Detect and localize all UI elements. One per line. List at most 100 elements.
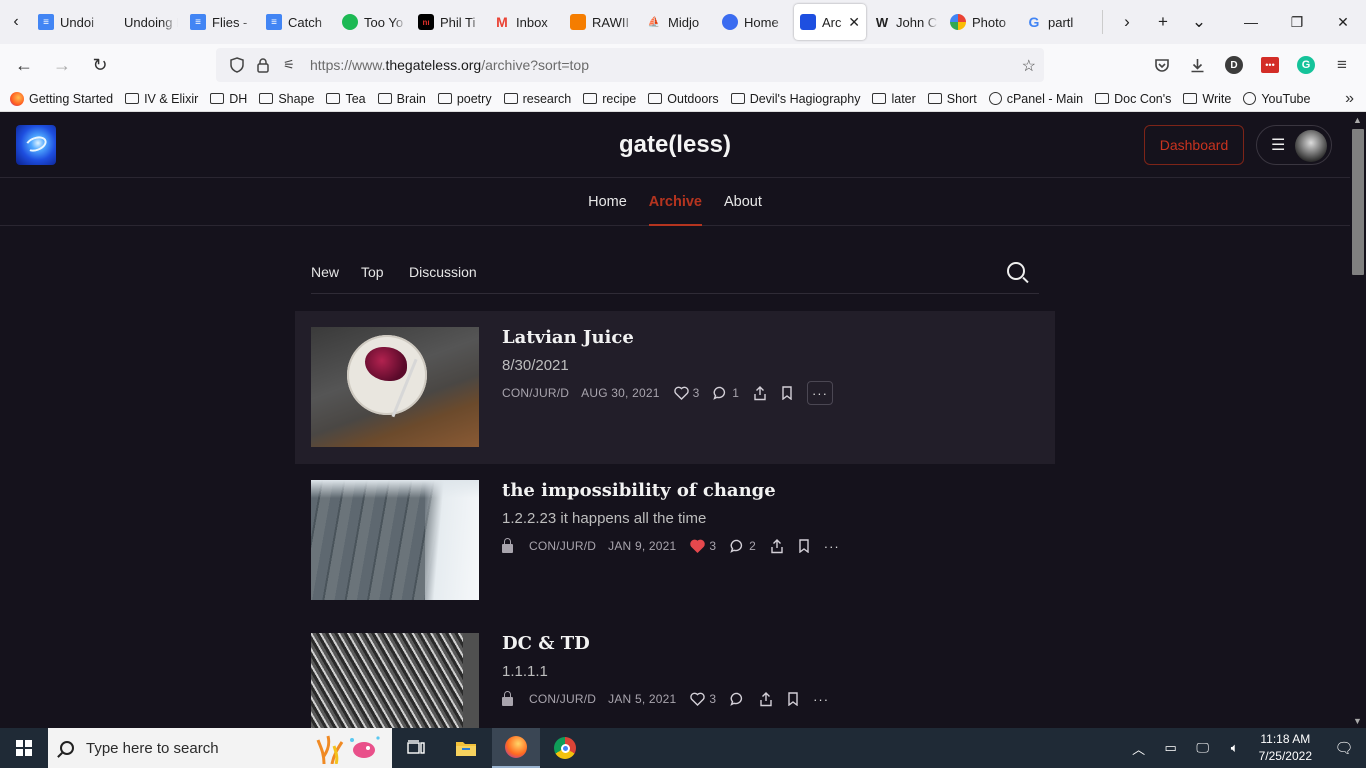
comment-button[interactable]: 1 xyxy=(713,386,739,400)
bookmark-item[interactable]: Brain xyxy=(377,92,426,106)
tab[interactable]: ⛵ Midjo xyxy=(640,4,716,40)
bookmark-item[interactable]: DH xyxy=(210,92,247,106)
url-text[interactable]: https://www.thegateless.org/archive?sort… xyxy=(310,57,589,73)
site-nav-home[interactable]: Home xyxy=(577,178,638,226)
minimize-button[interactable]: — xyxy=(1228,0,1274,44)
clock[interactable]: 11:18 AM 7/25/2022 xyxy=(1259,731,1312,765)
filter-top[interactable]: Top xyxy=(361,264,384,294)
more-options-icon[interactable]: ··· xyxy=(806,381,833,405)
tab[interactable]: nı Phil Ti xyxy=(412,4,488,40)
post-title[interactable]: Latvian Juice xyxy=(502,327,634,348)
file-explorer-icon[interactable] xyxy=(442,728,490,768)
post-author[interactable]: CON/JUR/D xyxy=(529,692,596,706)
tab[interactable]: W John C xyxy=(868,4,944,40)
bookmarks-overflow-icon[interactable]: » xyxy=(1345,90,1354,108)
bookmark-item[interactable]: Outdoors xyxy=(648,92,719,106)
comment-button[interactable] xyxy=(730,692,745,706)
tab[interactable]: Undoing H xyxy=(108,4,184,40)
scroll-up-icon[interactable]: ▲ xyxy=(1353,115,1362,125)
shield-icon[interactable] xyxy=(224,57,250,73)
post-title[interactable]: the impossibility of change xyxy=(502,480,776,501)
bookmark-icon[interactable] xyxy=(787,692,799,706)
filter-new[interactable]: New xyxy=(311,264,339,294)
filter-discussion[interactable]: Discussion xyxy=(409,264,477,294)
bookmark-icon[interactable] xyxy=(798,539,810,553)
firefox-taskbar-icon[interactable] xyxy=(492,728,540,768)
tab-scroll-left-button[interactable]: ‹ xyxy=(0,0,32,44)
lock-icon[interactable] xyxy=(250,57,276,73)
dashboard-button[interactable]: Dashboard xyxy=(1144,125,1244,165)
start-button[interactable] xyxy=(0,728,48,768)
restore-button[interactable]: ❐ xyxy=(1274,0,1320,44)
post-thumbnail[interactable] xyxy=(311,633,479,728)
tab-scroll-right-button[interactable]: › xyxy=(1109,0,1145,44)
volume-icon[interactable]: 🔈︎ xyxy=(1219,740,1251,756)
post-item[interactable]: the impossibility of change 1.2.2.23 it h… xyxy=(295,464,1055,617)
post-thumbnail[interactable] xyxy=(311,327,479,447)
bookmark-item[interactable]: Devil's Hagiography xyxy=(730,92,860,106)
bookmark-item[interactable]: Write xyxy=(1183,92,1231,106)
chrome-taskbar-icon[interactable] xyxy=(541,728,589,768)
like-button[interactable]: 3 xyxy=(690,539,716,553)
bookmark-item[interactable]: poetry xyxy=(437,92,492,106)
tab[interactable]: Too Yo xyxy=(336,4,412,40)
share-icon[interactable] xyxy=(753,385,767,401)
tab[interactable]: ≡ Catch xyxy=(260,4,336,40)
like-button[interactable]: 3 xyxy=(673,386,699,400)
url-bar[interactable]: ⚟ https://www.thegateless.org/archive?so… xyxy=(216,48,1044,82)
site-nav-about[interactable]: About xyxy=(713,178,773,226)
tab[interactable]: Home xyxy=(716,4,792,40)
post-title[interactable]: DC & TD xyxy=(502,633,590,654)
tab[interactable]: ≡ Undoi xyxy=(32,4,108,40)
share-icon[interactable] xyxy=(759,691,773,707)
list-all-tabs-button[interactable]: ⌄ xyxy=(1181,0,1217,44)
share-icon[interactable] xyxy=(770,538,784,554)
new-tab-button[interactable]: + xyxy=(1145,0,1181,44)
post-item[interactable]: Latvian Juice 8/30/2021 CON/JUR/D AUG 30, 2… xyxy=(295,311,1055,464)
bookmark-item[interactable]: later xyxy=(872,92,916,106)
post-author[interactable]: CON/JUR/D xyxy=(502,386,569,400)
user-menu-button[interactable]: ☰ xyxy=(1256,125,1332,165)
more-options-icon[interactable]: ··· xyxy=(813,692,829,707)
app-menu-button[interactable]: ≡ xyxy=(1325,48,1359,82)
permissions-icon[interactable]: ⚟ xyxy=(276,57,302,73)
show-hidden-icons-button[interactable]: ︿ xyxy=(1123,739,1155,758)
taskbar-search-box[interactable]: Type here to search xyxy=(48,728,392,768)
battery-icon[interactable]: ▭ xyxy=(1155,740,1187,756)
tab[interactable]: RAWII xyxy=(564,4,640,40)
account-avatar[interactable]: D xyxy=(1217,48,1251,82)
bookmark-item[interactable]: cPanel - Main xyxy=(988,92,1083,106)
bookmark-item[interactable]: YouTube xyxy=(1243,92,1310,106)
page-scrollbar[interactable]: ▲ ▼ xyxy=(1350,113,1366,728)
scroll-down-icon[interactable]: ▼ xyxy=(1353,716,1362,726)
more-options-icon[interactable]: ··· xyxy=(824,539,840,554)
task-view-button[interactable] xyxy=(392,728,440,768)
tab[interactable]: M Inbox xyxy=(488,4,564,40)
downloads-icon[interactable] xyxy=(1180,48,1214,82)
pocket-icon[interactable] xyxy=(1145,48,1179,82)
bookmark-item[interactable]: Doc Con's xyxy=(1095,92,1171,106)
lastpass-extension-icon[interactable]: ••• xyxy=(1253,48,1287,82)
site-nav-archive[interactable]: Archive xyxy=(638,178,713,226)
close-tab-icon[interactable]: ✕ xyxy=(848,14,860,31)
search-icon[interactable] xyxy=(1007,262,1025,280)
reload-button[interactable]: ↻ xyxy=(82,47,118,83)
comment-button[interactable]: 2 xyxy=(730,539,756,553)
bookmark-item[interactable]: recipe xyxy=(583,92,636,106)
bookmark-item[interactable]: IV & Elixir xyxy=(125,92,198,106)
bookmark-item[interactable]: research xyxy=(503,92,571,106)
tab[interactable]: ≡ Flies - xyxy=(184,4,260,40)
post-thumbnail[interactable] xyxy=(311,480,479,600)
bookmark-item[interactable]: Tea xyxy=(326,92,366,106)
like-button[interactable]: 3 xyxy=(690,692,716,706)
bookmark-item[interactable]: Getting Started xyxy=(10,91,113,106)
bookmark-item[interactable]: Shape xyxy=(259,92,314,106)
close-window-button[interactable]: ✕ xyxy=(1320,0,1366,44)
scrollbar-thumb[interactable] xyxy=(1352,129,1364,275)
bookmark-icon[interactable] xyxy=(781,386,793,400)
network-icon[interactable]: 🖵 xyxy=(1187,740,1219,756)
bookmark-item[interactable]: Short xyxy=(927,92,977,106)
bookmark-star-icon[interactable]: ☆ xyxy=(1022,56,1036,76)
tab[interactable]: Photo xyxy=(944,4,1020,40)
tab[interactable]: Gpartl xyxy=(1020,4,1096,40)
